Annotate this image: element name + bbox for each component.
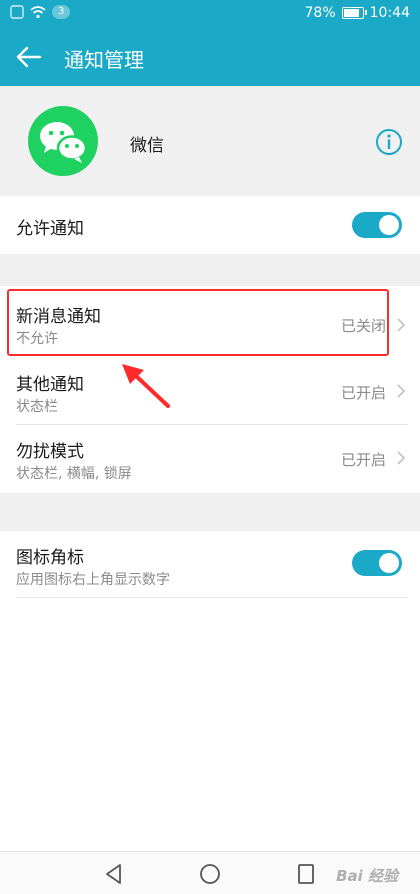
toggle-knob <box>379 215 399 235</box>
wifi-icon <box>30 5 46 18</box>
chevron-right-icon <box>397 451 406 465</box>
setting-do-not-disturb[interactable]: 勿扰模式 状态栏, 横幅, 锁屏 已开启 <box>0 425 420 493</box>
allow-notifications-toggle[interactable] <box>352 212 402 238</box>
setting-subtitle: 不允许 <box>16 331 58 347</box>
sim-badge: 3 <box>52 5 71 19</box>
signal-icon <box>10 5 24 19</box>
section-gap <box>0 493 420 531</box>
navigation-bar: Bai 经验 <box>0 851 420 894</box>
setting-title: 其他通知 <box>16 375 84 395</box>
setting-other-notifications[interactable]: 其他通知 状态栏 已开启 <box>0 358 420 424</box>
nav-back-icon[interactable] <box>102 862 126 886</box>
app-header: 微信 <box>0 86 420 196</box>
icon-badge-toggle[interactable] <box>352 550 402 576</box>
back-arrow-icon[interactable] <box>12 40 46 74</box>
setting-title: 允许通知 <box>16 219 84 239</box>
setting-subtitle: 应用图标右上角显示数字 <box>16 572 170 588</box>
status-bar: 3 78% 10:44 <box>0 0 420 28</box>
setting-title: 勿扰模式 <box>16 442 84 462</box>
app-name: 微信 <box>130 136 164 156</box>
info-icon <box>376 129 402 155</box>
setting-value: 已关闭 <box>340 317 386 335</box>
setting-subtitle: 状态栏, 横幅, 锁屏 <box>16 466 132 482</box>
setting-subtitle: 状态栏 <box>16 399 58 415</box>
nav-recents-icon[interactable] <box>294 862 318 886</box>
watermark: Bai 经验 <box>336 867 398 885</box>
chevron-right-icon <box>397 384 406 398</box>
section-gap <box>0 254 420 286</box>
page-title: 通知管理 <box>64 48 144 72</box>
chevron-right-icon <box>397 318 406 332</box>
setting-title: 新消息通知 <box>16 307 101 327</box>
setting-value: 已开启 <box>340 384 386 402</box>
nav-home-icon[interactable] <box>198 862 222 886</box>
setting-new-message[interactable]: 新消息通知 不允许 已关闭 <box>0 286 420 358</box>
setting-title: 图标角标 <box>16 548 84 568</box>
toggle-knob <box>379 553 399 573</box>
info-button[interactable] <box>374 127 404 157</box>
annotation-arrow-icon <box>122 364 170 408</box>
app-bar: 通知管理 <box>0 28 420 86</box>
setting-value: 已开启 <box>340 451 386 469</box>
clock: 10:44 <box>369 5 410 21</box>
battery-icon <box>341 7 367 19</box>
wechat-logo-icon <box>28 106 98 176</box>
divider <box>16 597 408 598</box>
setting-allow-notifications[interactable]: 允许通知 <box>0 196 420 254</box>
battery-percent: 78% <box>304 5 336 21</box>
setting-icon-badge[interactable]: 图标角标 应用图标右上角显示数字 <box>0 531 420 597</box>
